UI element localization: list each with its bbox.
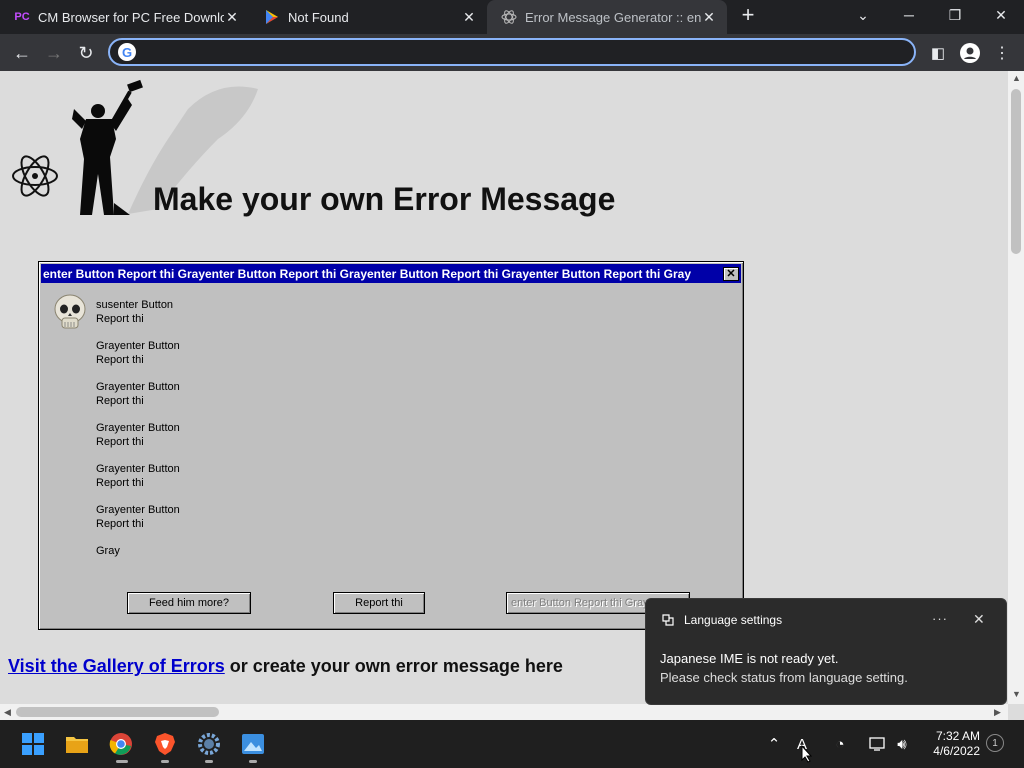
- settings-running-indicator: [205, 760, 213, 763]
- gallery-link[interactable]: Visit the Gallery of Errors: [8, 656, 225, 676]
- message-line: Grayenter Button Report thi: [96, 422, 180, 448]
- dialog-title: enter Button Report thi Grayenter Button…: [43, 266, 692, 281]
- address-input[interactable]: [144, 42, 904, 62]
- tab-title: Error Message Generator :: enter: [525, 9, 701, 25]
- reload-icon[interactable]: ↻: [72, 39, 100, 67]
- close-tab-icon[interactable]: ✕: [701, 9, 717, 25]
- clock-time: 7:32 AM: [935, 729, 980, 743]
- windows-start-icon[interactable]: [21, 732, 45, 756]
- report-button[interactable]: Report thi: [333, 592, 425, 614]
- skull-icon: [54, 294, 86, 329]
- language-notification[interactable]: Language settings ··· ✕ Japanese IME is …: [645, 598, 1007, 705]
- tab-not-found[interactable]: Not Found ✕: [250, 0, 487, 34]
- message-line: Gray: [96, 545, 120, 557]
- tab-strip: PC CM Browser for PC Free Downloa ✕ Not …: [0, 0, 1024, 34]
- gallery-line-text: or create your own error message here: [224, 656, 563, 676]
- side-panel-icon[interactable]: ◧: [924, 39, 952, 67]
- vertical-scrollbar[interactable]: ▲ ▼: [1008, 71, 1024, 704]
- tab-error-generator[interactable]: Error Message Generator :: enter ✕: [487, 0, 727, 34]
- mouse-cursor-icon: [801, 745, 813, 763]
- tab-cm-browser[interactable]: PC CM Browser for PC Free Downloa ✕: [0, 0, 250, 34]
- tab-title: Not Found: [288, 9, 349, 25]
- dialog-message: susenter Button Report thi Grayenter But…: [96, 299, 256, 573]
- message-line: Grayenter Button Report thi: [96, 504, 180, 530]
- notification-line2: Please check status from language settin…: [660, 670, 908, 685]
- settings-gear-icon[interactable]: [197, 732, 221, 756]
- restore-icon[interactable]: ❐: [932, 0, 978, 30]
- atom-logo-icon: [12, 155, 58, 197]
- notification-header: Language settings: [662, 613, 782, 627]
- forward-icon[interactable]: →: [40, 39, 68, 67]
- brave-icon[interactable]: [153, 732, 177, 756]
- scroll-down-icon[interactable]: ▼: [1012, 689, 1021, 699]
- notification-count-badge[interactable]: 1: [986, 734, 1004, 752]
- tab-title: CM Browser for PC Free Downloa: [38, 9, 224, 25]
- message-line: Grayenter Button Report thi: [96, 381, 180, 407]
- chrome-icon[interactable]: [109, 732, 133, 756]
- scroll-right-icon[interactable]: ▶: [994, 707, 1001, 718]
- message-line: Grayenter Button Report thi: [96, 463, 180, 489]
- sync-icon[interactable]: ◔: [830, 734, 850, 754]
- play-store-icon: [264, 9, 280, 25]
- show-hidden-icons-chevron-icon[interactable]: ⌃: [764, 734, 784, 754]
- clock-date: 4/6/2022: [933, 744, 980, 758]
- gallery-line: Visit the Gallery of Errors or create yo…: [8, 656, 563, 677]
- dialog-titlebar[interactable]: enter Button Report thi Grayenter Button…: [41, 264, 741, 283]
- page-title: Make your own Error Message: [153, 181, 616, 217]
- feed-him-more-button[interactable]: Feed him more?: [127, 592, 251, 614]
- profile-icon[interactable]: [956, 39, 984, 67]
- network-icon[interactable]: [868, 734, 888, 754]
- scroll-left-icon[interactable]: ◀: [4, 707, 11, 718]
- brave-running-indicator: [161, 760, 169, 763]
- horizontal-scrollbar[interactable]: ◀ ▶: [0, 704, 1008, 720]
- close-window-icon[interactable]: ✕: [978, 0, 1024, 30]
- scroll-up-icon[interactable]: ▲: [1012, 73, 1021, 83]
- new-tab-icon[interactable]: +: [733, 0, 763, 30]
- error-dialog: enter Button Report thi Grayenter Button…: [38, 261, 744, 630]
- pc-favicon-icon: PC: [14, 11, 30, 23]
- notification-close-icon[interactable]: ✕: [973, 611, 985, 628]
- vertical-scroll-thumb[interactable]: [1011, 89, 1021, 254]
- tab-search-chevron-icon[interactable]: ⌄: [840, 0, 886, 30]
- google-icon: G: [118, 43, 136, 61]
- language-settings-icon: [662, 614, 674, 626]
- address-bar[interactable]: G: [108, 38, 916, 66]
- dialog-close-icon[interactable]: ✕: [723, 266, 739, 281]
- taskbar: ⌃ A ◔ 🔊︎ 1: [0, 720, 1024, 768]
- notification-app-name: Language settings: [684, 613, 783, 627]
- photos-running-indicator: [249, 760, 257, 763]
- close-tab-icon[interactable]: ✕: [224, 9, 240, 25]
- horizontal-scroll-thumb[interactable]: [16, 707, 219, 717]
- message-line: Grayenter Button Report thi: [96, 340, 180, 366]
- close-tab-icon[interactable]: ✕: [461, 9, 477, 25]
- more-options-icon[interactable]: ···: [932, 611, 948, 626]
- message-line: susenter Button Report thi: [96, 299, 174, 325]
- volume-icon[interactable]: 🔊︎: [892, 734, 912, 754]
- photos-icon[interactable]: [241, 732, 265, 756]
- atom-icon: [501, 9, 517, 25]
- notification-line1: Japanese IME is not ready yet.: [660, 651, 839, 666]
- menu-icon[interactable]: ⋮: [988, 39, 1016, 67]
- taskbar-clock[interactable]: 7:32 AM 4/6/2022: [920, 729, 980, 759]
- chrome-running-indicator: [116, 760, 128, 763]
- minimize-icon[interactable]: ─: [886, 0, 932, 30]
- back-icon[interactable]: ←: [8, 39, 36, 67]
- file-explorer-icon[interactable]: [65, 732, 89, 756]
